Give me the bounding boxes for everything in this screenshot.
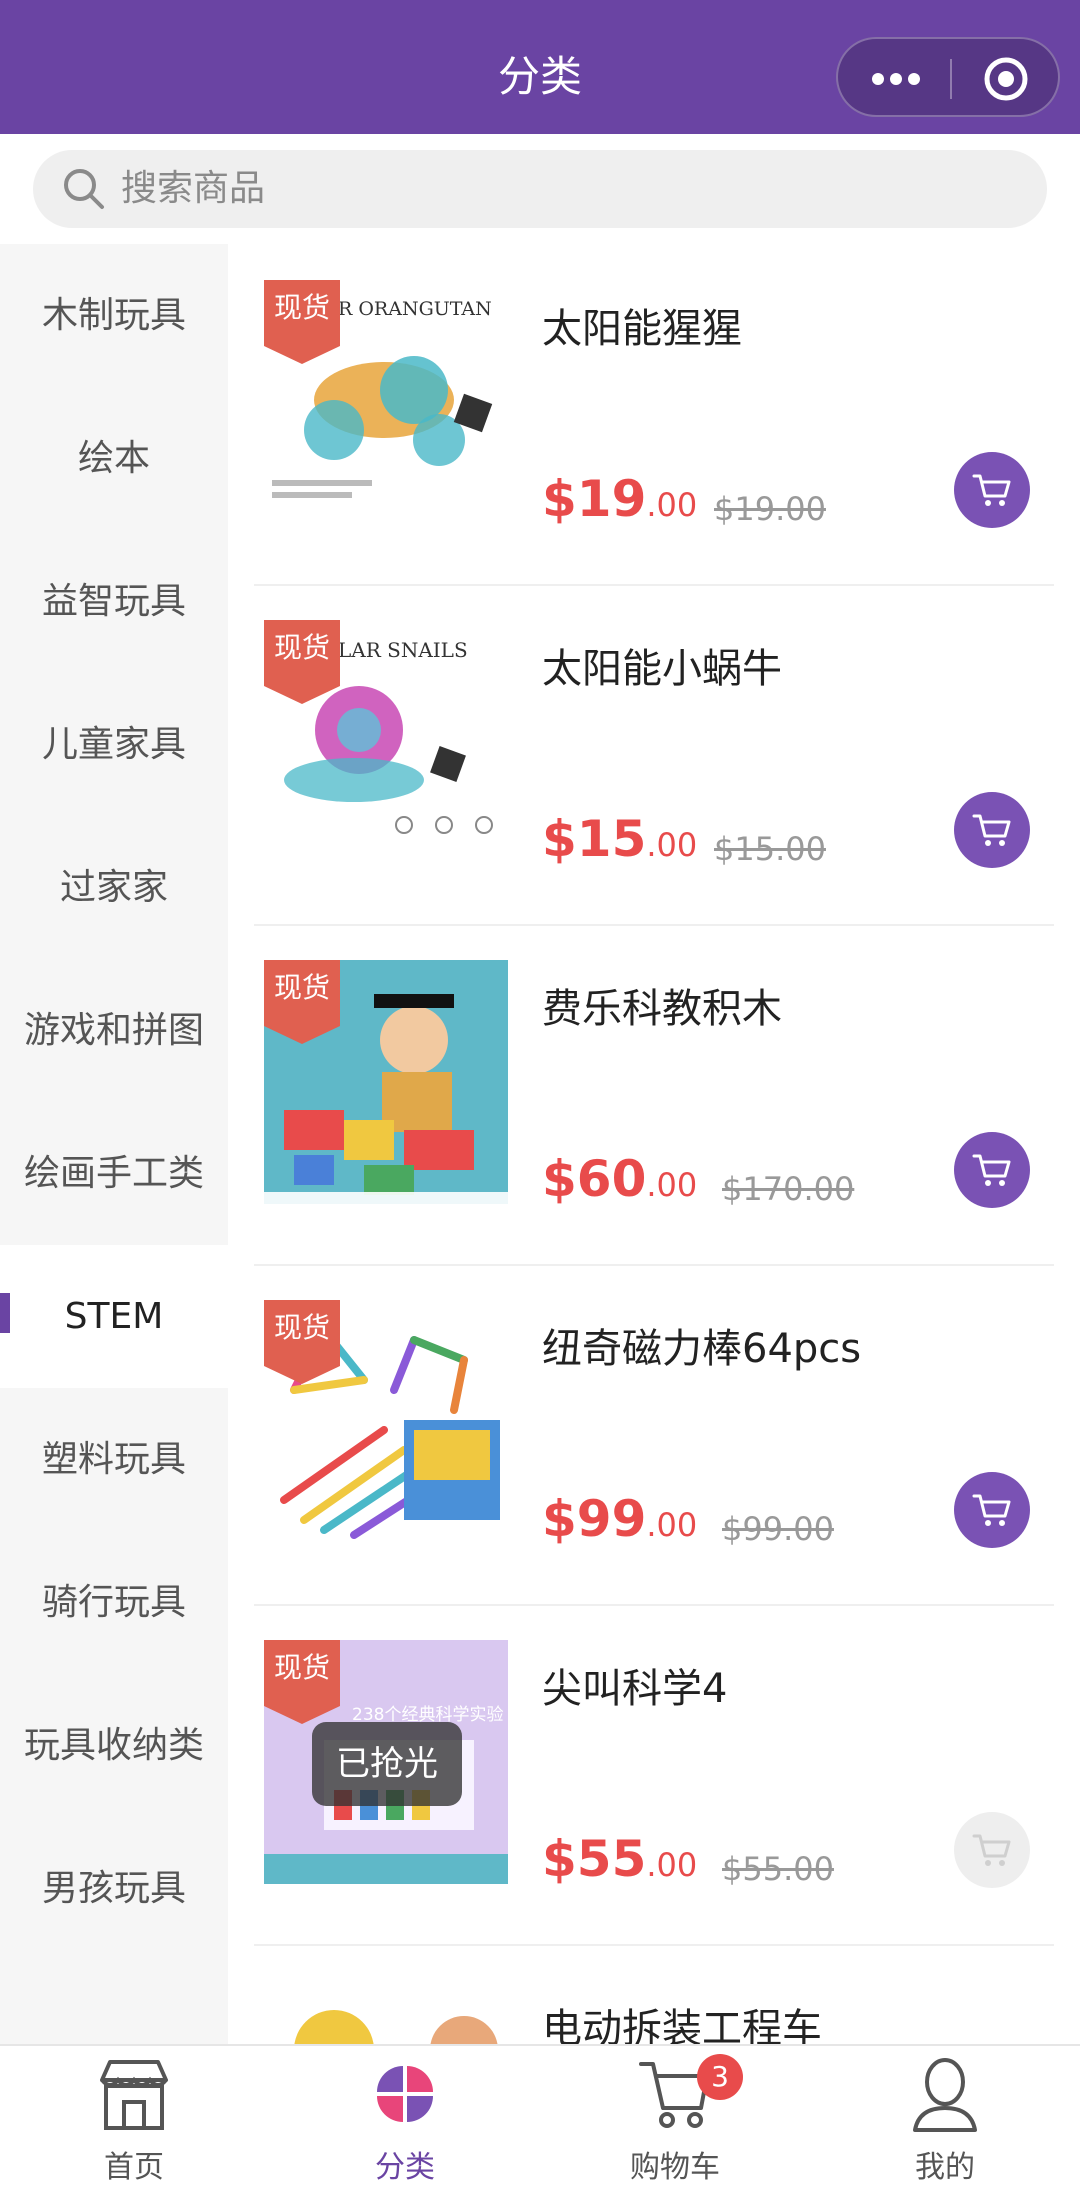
header-bar: 分类 [0,0,1080,134]
product-name[interactable]: 尖叫科学4 [542,1656,727,1714]
add-to-cart-button-disabled [954,1812,1030,1888]
product-card[interactable]: 现货 纽奇磁力棒64pcs $99.00 $99.00 [254,1264,1054,1606]
sidebar-item-picture-books[interactable]: 绘本 [0,387,228,530]
product-image-solar-orangutan[interactable]: R ORANGUTAN 现货 [264,280,508,524]
product-image-engineering-truck[interactable] [264,1980,508,2044]
product-price: $99.00 [542,1490,698,1548]
product-price: $60.00 [542,1150,698,1208]
search-placeholder: 搜索商品 [121,168,266,209]
sold-out-overlay: 已抢光 [312,1722,462,1806]
cart-count-badge: 3 [697,2054,743,2100]
original-price: $19.00 [714,490,826,528]
in-stock-badge: 现货 [264,280,340,364]
sidebar-item-kids-furniture[interactable]: 儿童家具 [0,673,228,816]
cart-icon [972,474,1011,506]
cart-icon [972,1154,1011,1186]
category-sidebar: 木制玩具 绘本 益智玩具 儿童家具 过家家 游戏和拼图 绘画手工类 STEM 塑… [0,244,228,2044]
product-card[interactable]: 电动拆装工程车 [254,1944,1054,2044]
product-card[interactable]: LAR SNAILS 现货 太阳能小蜗牛 $15.00 $15.00 [254,584,1054,926]
toy-illustration [294,2010,498,2044]
product-card[interactable]: 现货 费乐科教积木 $60.00 $170.00 [254,924,1054,1266]
original-price: $170.00 [722,1170,855,1208]
sidebar-item-educational-toys[interactable]: 益智玩具 [0,530,228,673]
original-price: $99.00 [722,1510,834,1548]
product-image-science-kit[interactable]: 238个经典科学实验 已抢光 现货 [264,1640,508,1884]
search-area: 搜索商品 [0,134,1080,244]
sidebar-item-toy-storage[interactable]: 玩具收纳类 [0,1674,228,1817]
product-name[interactable]: 太阳能小蜗牛 [542,636,782,694]
product-name[interactable]: 费乐科教积木 [542,976,782,1034]
sidebar-item-wooden-toys[interactable]: 木制玩具 [0,244,228,387]
original-price: $15.00 [714,830,826,868]
cart-icon [972,814,1011,846]
tab-cart[interactable]: 3 购物车 [575,2046,775,2198]
search-icon [64,169,104,209]
mini-program-capsule [836,37,1060,117]
product-card[interactable]: 238个经典科学实验 已抢光 现货 尖叫科学4 $55.00 $55.00 [254,1604,1054,1946]
product-name[interactable]: 太阳能猩猩 [542,296,742,354]
product-price: $55.00 [542,1830,698,1888]
sidebar-item-plastic-toys[interactable]: 塑料玩具 [0,1388,228,1531]
product-name[interactable]: 纽奇磁力棒64pcs [542,1316,861,1374]
store-icon [100,2060,168,2130]
tab-profile[interactable]: 我的 [845,2046,1045,2198]
product-list: R ORANGUTAN 现货 太阳能猩猩 $19.00 $19.00 LAR S… [228,244,1080,2044]
in-stock-badge: 现货 [264,1640,340,1724]
add-to-cart-button[interactable] [954,1132,1030,1208]
in-stock-badge: 现货 [264,960,340,1044]
category-icon [377,2066,433,2122]
product-price: $19.00 [542,470,698,528]
search-input[interactable]: 搜索商品 [33,150,1047,228]
tab-home[interactable]: 首页 [34,2046,234,2198]
close-target-icon[interactable] [982,55,1030,103]
product-price: $15.00 [542,810,698,868]
in-stock-badge: 现货 [264,620,340,704]
product-image-solar-snail[interactable]: LAR SNAILS 现货 [264,620,508,864]
product-image-building-blocks[interactable]: 现货 [264,960,508,1204]
sidebar-item-arts-crafts[interactable]: 绘画手工类 [0,1102,228,1245]
bottom-tab-bar: 首页 分类 3 购物车 我的 [0,2044,1080,2196]
active-indicator [0,1293,10,1333]
tab-category[interactable]: 分类 [305,2046,505,2198]
product-card[interactable]: R ORANGUTAN 现货 太阳能猩猩 $19.00 $19.00 [254,244,1054,586]
sidebar-item-ride-on-toys[interactable]: 骑行玩具 [0,1531,228,1674]
add-to-cart-button[interactable] [954,452,1030,528]
add-to-cart-button[interactable] [954,792,1030,868]
more-icon[interactable] [866,61,926,97]
cart-icon [972,1834,1011,1866]
sidebar-item-pretend-play[interactable]: 过家家 [0,816,228,959]
product-name[interactable]: 电动拆装工程车 [542,1996,822,2044]
original-price: $55.00 [722,1850,834,1888]
in-stock-badge: 现货 [264,1300,340,1384]
sidebar-item-games-puzzles[interactable]: 游戏和拼图 [0,959,228,1102]
sidebar-item-boy-toys[interactable]: 男孩玩具 [0,1817,228,1960]
cart-icon [972,1494,1011,1526]
product-image-magnetic-sticks[interactable]: 现货 [264,1300,508,1544]
profile-icon [913,2058,977,2132]
capsule-divider [950,59,952,99]
add-to-cart-button[interactable] [954,1472,1030,1548]
sidebar-item-stem[interactable]: STEM [0,1245,228,1388]
sidebar-item-label: STEM [64,1296,164,1337]
